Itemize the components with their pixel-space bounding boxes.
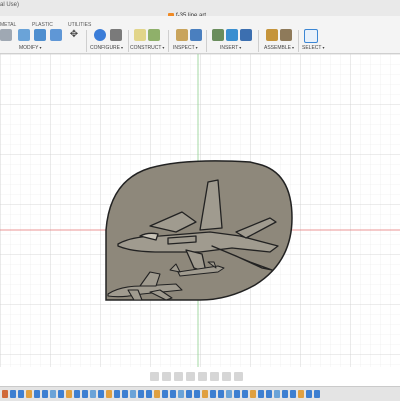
timeline-feature[interactable]: [242, 390, 248, 398]
timeline-feature[interactable]: [2, 390, 8, 398]
table-icon[interactable]: [110, 29, 122, 41]
plane-icon[interactable]: [134, 29, 146, 41]
group-modify[interactable]: MODIFY▾: [19, 45, 41, 51]
zoom-icon[interactable]: [186, 371, 195, 381]
midplane-icon[interactable]: [148, 29, 160, 41]
insert-mesh-icon[interactable]: [212, 29, 224, 41]
shell-icon[interactable]: [0, 29, 12, 41]
group-construct[interactable]: CONSTRUCT▾: [130, 45, 164, 51]
timeline-feature[interactable]: [250, 390, 256, 398]
timeline-feature[interactable]: [74, 390, 80, 398]
timeline-feature[interactable]: [122, 390, 128, 398]
timeline-feature[interactable]: [106, 390, 112, 398]
joint-icon[interactable]: [266, 29, 278, 41]
divider: [128, 30, 129, 52]
timeline-feature[interactable]: [290, 390, 296, 398]
timeline-feature[interactable]: [274, 390, 280, 398]
timeline-feature[interactable]: [154, 390, 160, 398]
timeline-feature[interactable]: [130, 390, 136, 398]
timeline-feature[interactable]: [170, 390, 176, 398]
tab-utilities[interactable]: UTILITIES: [68, 22, 91, 28]
timeline-feature[interactable]: [186, 390, 192, 398]
divider: [258, 30, 259, 52]
display-settings-icon[interactable]: [210, 371, 219, 381]
timeline-feature[interactable]: [306, 390, 312, 398]
as-built-joint-icon[interactable]: [280, 29, 292, 41]
insert-svg-icon[interactable]: [240, 29, 252, 41]
tab-plastic[interactable]: PLASTIC: [32, 22, 53, 28]
timeline-feature[interactable]: [202, 390, 208, 398]
timeline-feature[interactable]: [266, 390, 272, 398]
box-icon[interactable]: [18, 29, 30, 41]
timeline-feature[interactable]: [34, 390, 40, 398]
group-assemble[interactable]: ASSEMBLE▾: [264, 45, 294, 51]
timeline-bar: [0, 386, 400, 401]
timeline-feature[interactable]: [10, 390, 16, 398]
timeline-feature[interactable]: [26, 390, 32, 398]
parameters-icon[interactable]: [94, 29, 106, 41]
timeline-feature[interactable]: [258, 390, 264, 398]
timeline-feature[interactable]: [114, 390, 120, 398]
timeline-feature[interactable]: [314, 390, 320, 398]
group-select[interactable]: SELECT▾: [302, 45, 324, 51]
timeline-feature[interactable]: [18, 390, 24, 398]
timeline-feature[interactable]: [282, 390, 288, 398]
measure-icon[interactable]: [176, 29, 188, 41]
design-canvas[interactable]: [0, 54, 400, 367]
timeline-feature[interactable]: [58, 390, 64, 398]
look-at-icon[interactable]: [162, 371, 171, 381]
timeline-feature[interactable]: [90, 390, 96, 398]
timeline-feature[interactable]: [298, 390, 304, 398]
align-arrows-icon[interactable]: ✥: [68, 29, 80, 41]
group-configure[interactable]: CONFIGURE▾: [90, 45, 123, 51]
timeline-feature[interactable]: [218, 390, 224, 398]
window-title: al Use): [0, 2, 20, 8]
timeline-feature[interactable]: [42, 390, 48, 398]
plate-body: [105, 160, 293, 301]
pan-icon[interactable]: [174, 371, 183, 381]
move-icon[interactable]: [50, 29, 62, 41]
timeline-feature[interactable]: [66, 390, 72, 398]
timeline-feature[interactable]: [146, 390, 152, 398]
timeline-feature[interactable]: [162, 390, 168, 398]
insert-image-icon[interactable]: [226, 29, 238, 41]
select-icon[interactable]: [304, 29, 318, 43]
tab-metal[interactable]: METAL: [0, 22, 16, 28]
group-insert[interactable]: INSERT▾: [220, 45, 241, 51]
timeline-feature[interactable]: [138, 390, 144, 398]
group-inspect[interactable]: INSPECT▾: [173, 45, 198, 51]
viewports-icon[interactable]: [234, 371, 243, 381]
timeline-feature[interactable]: [234, 390, 240, 398]
navigation-bar: [150, 370, 243, 382]
divider: [206, 30, 207, 52]
timeline-feature[interactable]: [194, 390, 200, 398]
timeline-feature[interactable]: [178, 390, 184, 398]
timeline-feature[interactable]: [82, 390, 88, 398]
combine-icon[interactable]: [34, 29, 46, 41]
section-icon[interactable]: [190, 29, 202, 41]
divider: [298, 30, 299, 52]
timeline-feature[interactable]: [50, 390, 56, 398]
fit-icon[interactable]: [198, 371, 207, 381]
divider: [168, 30, 169, 52]
orbit-icon[interactable]: [150, 371, 159, 381]
timeline-feature[interactable]: [98, 390, 104, 398]
timeline-feature[interactable]: [226, 390, 232, 398]
timeline-feature[interactable]: [210, 390, 216, 398]
grid-settings-icon[interactable]: [222, 371, 231, 381]
divider: [86, 30, 87, 52]
